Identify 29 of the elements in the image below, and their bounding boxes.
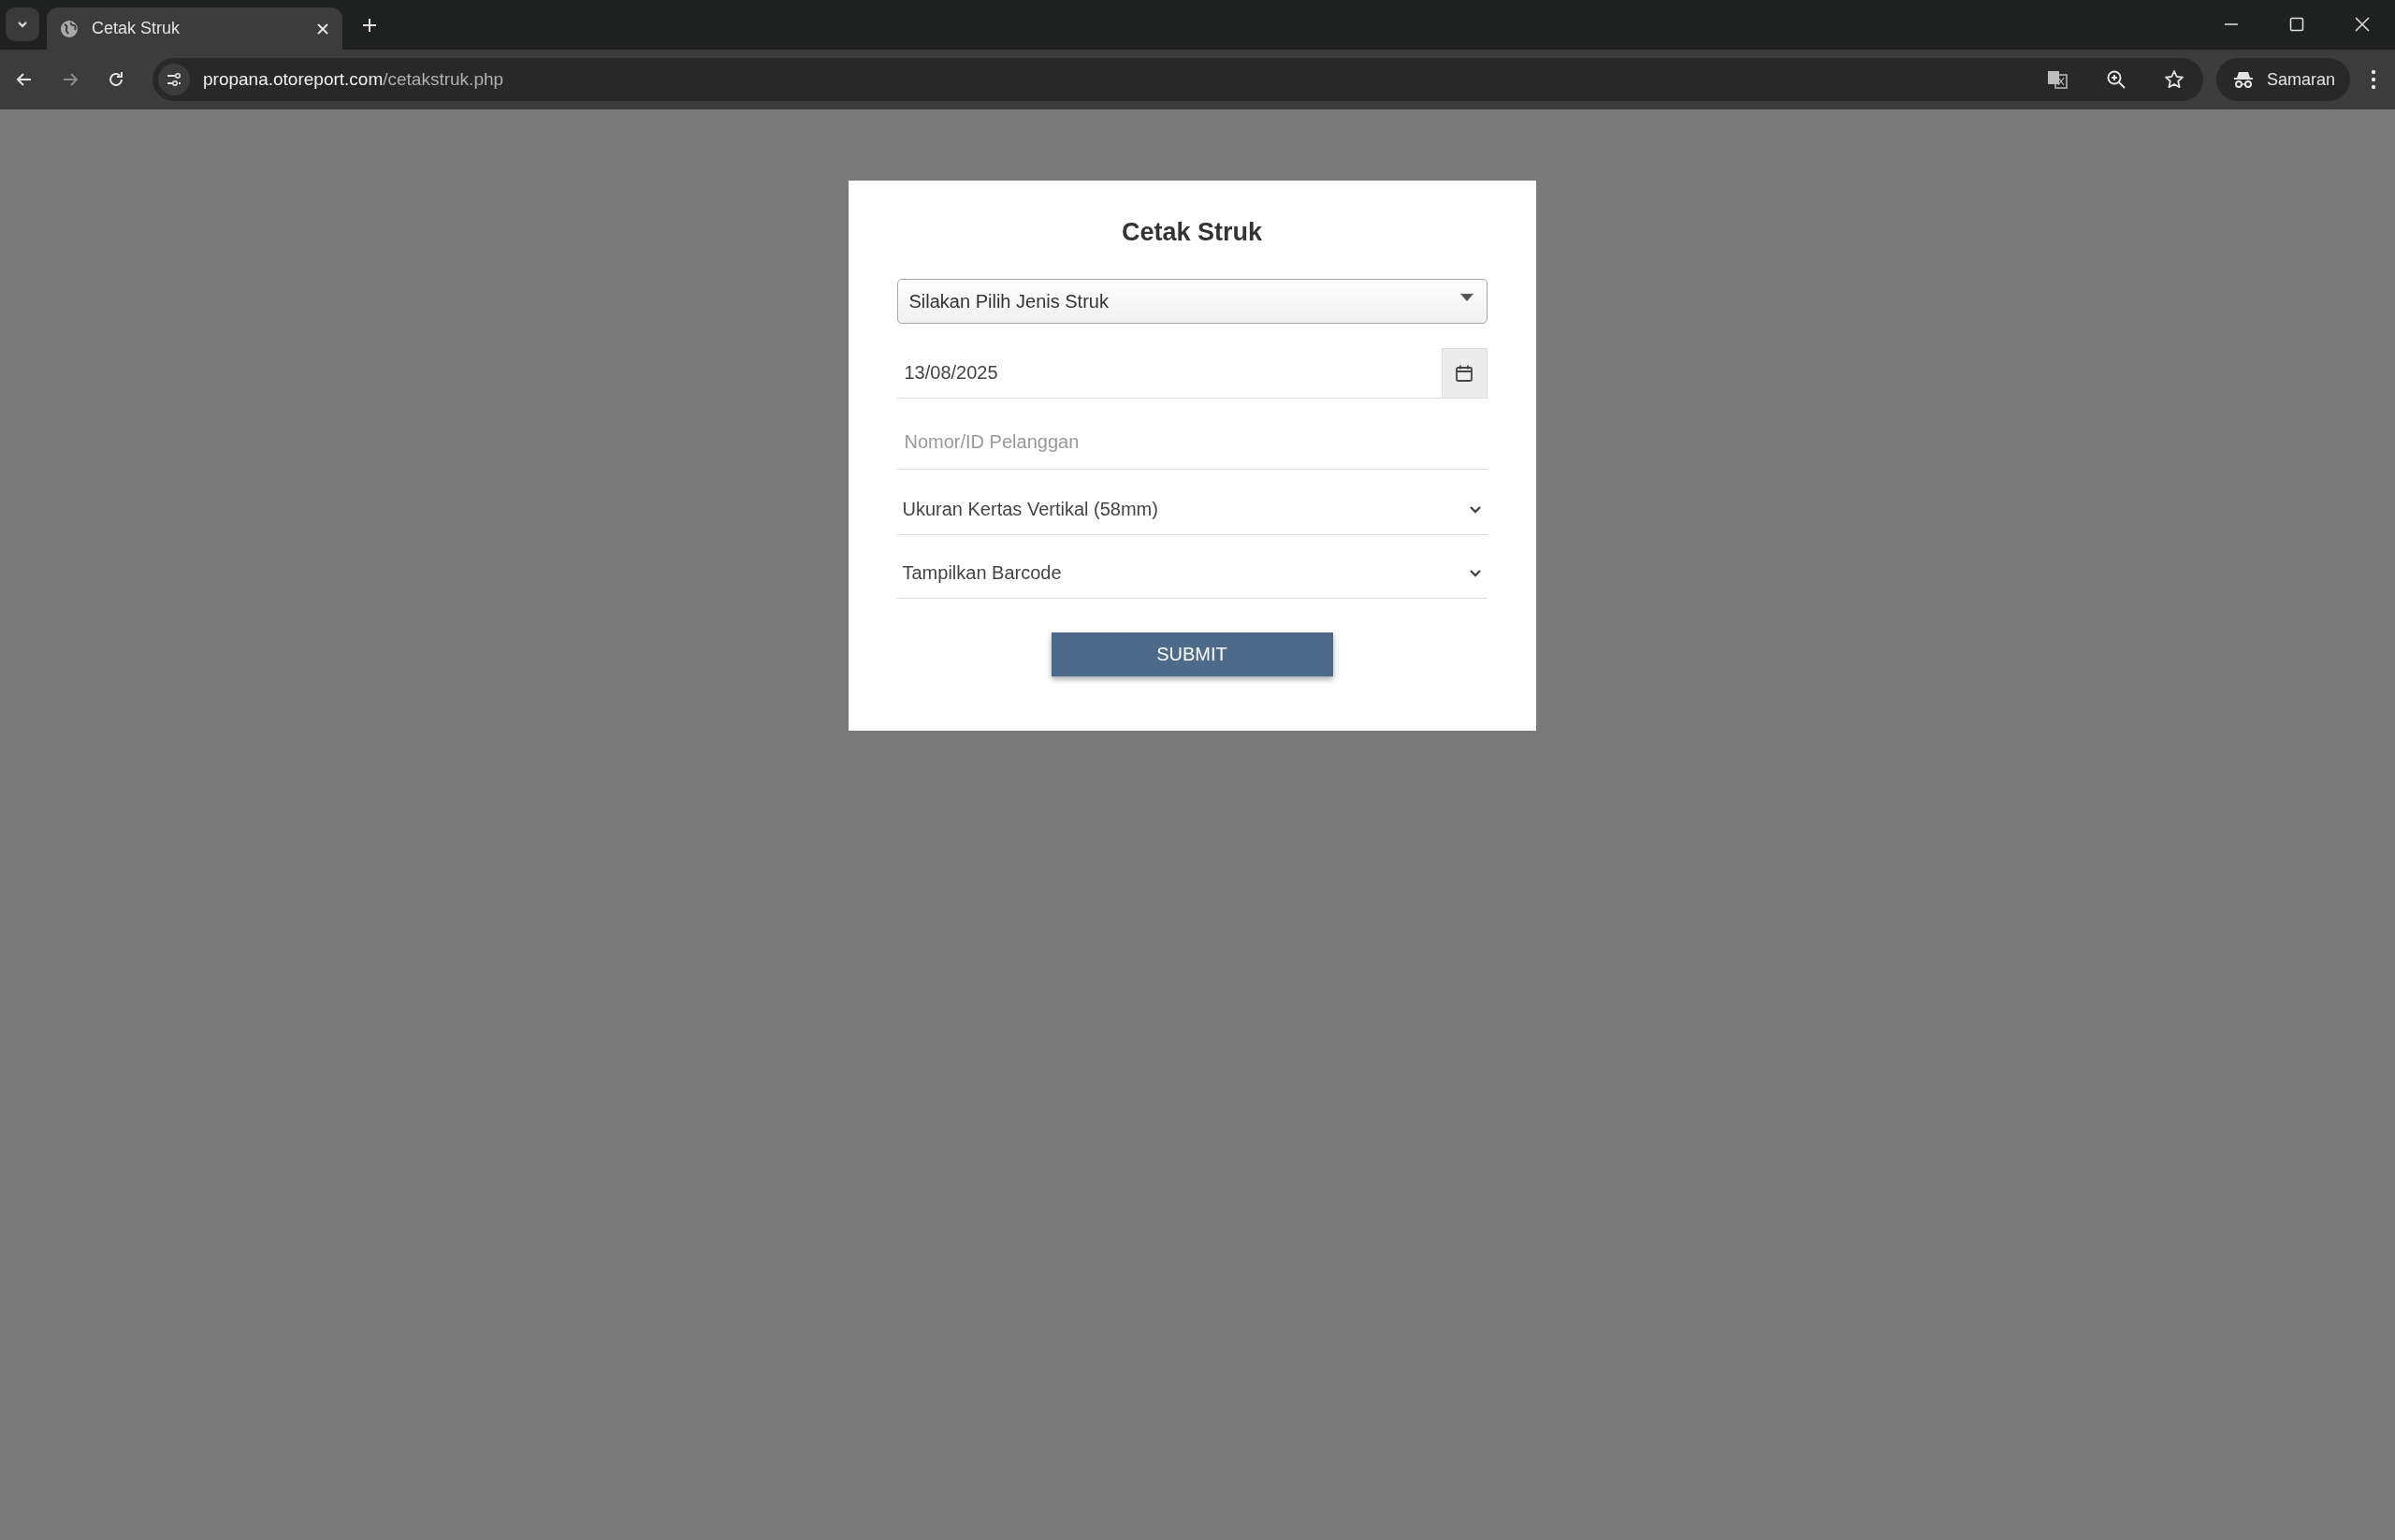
- chevron-down-icon: [1468, 568, 1482, 578]
- maximize-icon[interactable]: [2289, 17, 2304, 32]
- incognito-icon: [2232, 69, 2254, 90]
- submit-button[interactable]: SUBMIT: [1051, 632, 1333, 676]
- browser-tab[interactable]: Cetak Struk: [47, 7, 342, 50]
- menu-icon[interactable]: [2371, 69, 2376, 90]
- tab-title: Cetak Struk: [92, 19, 181, 38]
- chevron-down-icon: [1468, 504, 1482, 515]
- url-text: propana.otoreport.com/cetakstruk.php: [203, 69, 504, 90]
- form-title: Cetak Struk: [1120, 218, 1264, 247]
- new-tab-icon[interactable]: [361, 17, 378, 34]
- address-bar[interactable]: propana.otoreport.com/cetakstruk.php: [152, 58, 2203, 101]
- select-field[interactable]: Ukuran Kertas Vertikal (58mm): [896, 485, 1488, 535]
- calendar-icon: [1455, 364, 1473, 383]
- profile-button[interactable]: Samaran: [2215, 58, 2350, 101]
- close-icon[interactable]: [2355, 17, 2370, 32]
- reload-icon[interactable]: [107, 70, 125, 89]
- calendar-button[interactable]: [1441, 348, 1488, 399]
- translate-icon[interactable]: [2045, 68, 2068, 91]
- receipt-type-dropdown[interactable]: Silakan Pilih Jenis Struk: [896, 279, 1488, 324]
- star-icon[interactable]: [2163, 69, 2185, 90]
- close-tab-icon[interactable]: [316, 22, 329, 36]
- customer-id-field[interactable]: Nomor/ID Pelanggan: [896, 415, 1488, 470]
- globe-icon: [60, 19, 79, 38]
- site-settings-icon[interactable]: [158, 64, 190, 95]
- date-field[interactable]: 13/08/2025: [896, 348, 1442, 399]
- zoom-icon[interactable]: [2105, 69, 2126, 90]
- select-field[interactable]: Tampilkan Barcode: [896, 548, 1488, 599]
- dropdown-arrow-icon: [1459, 294, 1473, 301]
